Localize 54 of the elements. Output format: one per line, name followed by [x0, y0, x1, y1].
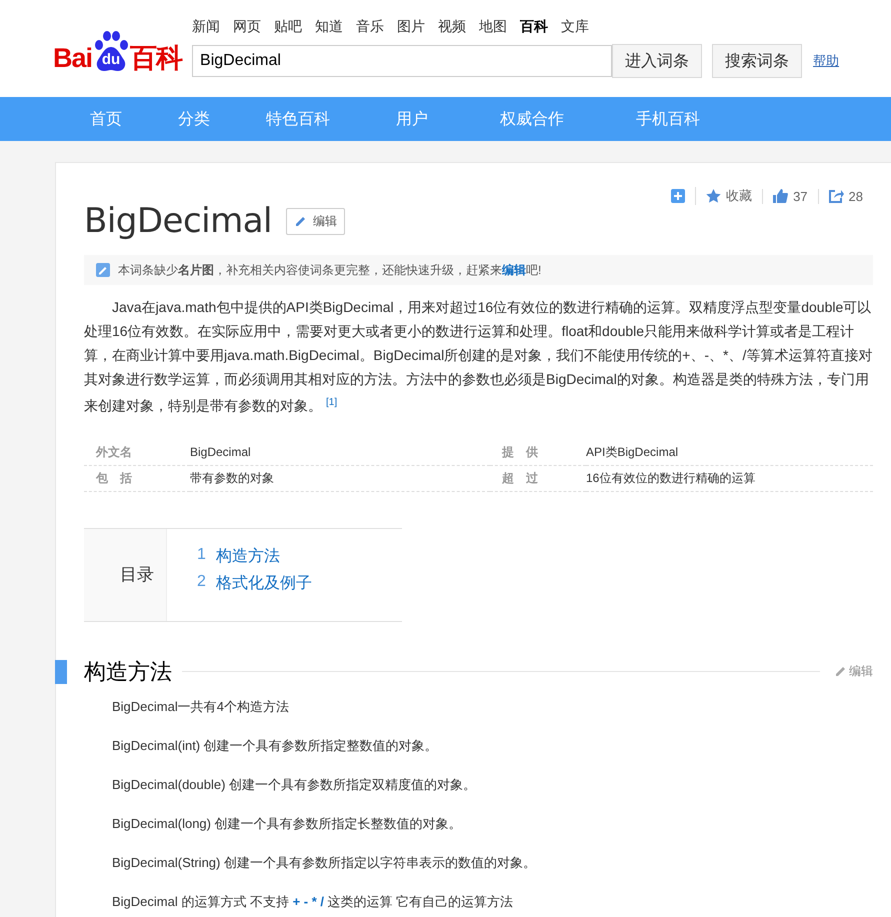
top-link[interactable]: 网页: [233, 18, 262, 36]
toc-item[interactable]: 1 构造方法: [197, 546, 312, 567]
add-icon[interactable]: [671, 189, 686, 203]
top-link[interactable]: 地图: [479, 18, 508, 36]
body-paragraph: BigDecimal(long) 创建一个具有参数所指定长整数值的对象。: [112, 814, 463, 832]
body-paragraph: BigDecimal一共有4个构造方法: [112, 698, 290, 715]
star-icon[interactable]: [706, 189, 722, 203]
info-value: 16位有效位的数进行精确的运算: [586, 466, 873, 492]
section-edit-link[interactable]: 编辑: [834, 664, 873, 680]
logo-text: Bai: [53, 45, 92, 72]
like-count: 37: [793, 188, 808, 204]
pencil-icon: [294, 214, 307, 228]
edit-link[interactable]: 编辑: [502, 262, 526, 276]
top-link[interactable]: 新闻: [192, 18, 220, 36]
info-label: 超 过: [490, 466, 586, 492]
share-icon[interactable]: [828, 189, 844, 203]
top-link[interactable]: 知道: [315, 18, 344, 36]
thumbs-up-icon[interactable]: [773, 189, 788, 203]
favorite-label[interactable]: 收藏: [726, 187, 752, 205]
toc-title: 目录: [120, 564, 154, 586]
pencil-icon: [834, 665, 847, 678]
info-label: 外文名: [84, 440, 190, 466]
paw-icon: [95, 31, 128, 71]
summary-paragraph: Java在java.math包中提供的API类BigDecimal，用来对超过16位有效位的数进行精确的运算。双精度浮点型变量double可以处理16位有效数。在实际应用中，需要对更大或者更小的数进行运算和处理。float和double只能用来做科学计算或者是工程计算，在商业计算中要用java.math.BigDecimal。BigDecimal所创建的是对象，我们不能使用传统的+、-、*、/等算术运算符直接对其对象进行数学运算，而必须调用其相对应的方法。方法中的参数也必须是BigDecimal的对象。构造器是类的特殊方法，专门用来创建对象，特别是带有参数的对象。 $^{[1]}$: [84, 298, 873, 416]
top-link[interactable]: 图片: [397, 18, 426, 36]
info-value: 带有参数的对象: [190, 466, 490, 492]
body-paragraph: BigDecimal 的运算方式 不支持 + - * / 这类的运算 它有自己的运算方法: [112, 892, 514, 910]
body-paragraph: BigDecimal(int) 创建一个具有参数所指定整数值的对象。: [112, 736, 439, 754]
top-link[interactable]: 百科: [520, 18, 548, 36]
logo-text: 百科: [130, 45, 182, 72]
pencil-icon: [96, 263, 110, 277]
search-button[interactable]: 搜索词条: [712, 44, 802, 78]
top-link[interactable]: 贴吧: [274, 18, 302, 36]
section-title: 构造方法: [84, 658, 172, 687]
top-link[interactable]: 文库: [561, 18, 590, 36]
toc-item[interactable]: 2 格式化及例子: [197, 572, 312, 594]
info-value: BigDecimal: [190, 440, 490, 466]
body-paragraph: BigDecimal(String) 创建一个具有参数所指定以字符串表示的数值的对象。: [112, 854, 537, 871]
reference-link[interactable]: [1]: [326, 397, 338, 408]
search-field[interactable]: BigDecimal: [192, 45, 612, 77]
info-label: 包 括: [84, 466, 190, 492]
edit-button[interactable]: 编辑: [286, 208, 345, 234]
notice-text: 本词条缺少名片图，补充相关内容使词条更完整，还能快速升级，赶紧来编辑吧!: [118, 262, 542, 278]
share-count: 28: [848, 188, 863, 204]
body-paragraph: BigDecimal(double) 创建一个具有参数所指定双精度值的对象。: [112, 776, 478, 793]
article-title: BigDecimal: [84, 201, 272, 241]
top-link[interactable]: 视频: [438, 18, 466, 36]
info-value: API类BigDecimal: [586, 440, 873, 466]
search-button[interactable]: 进入词条: [612, 44, 702, 78]
top-link[interactable]: 音乐: [356, 18, 384, 36]
info-label: 提 供: [490, 440, 586, 466]
help-link[interactable]: 帮助: [813, 52, 840, 70]
logo-text: du: [102, 52, 120, 67]
section-marker: [55, 660, 67, 684]
